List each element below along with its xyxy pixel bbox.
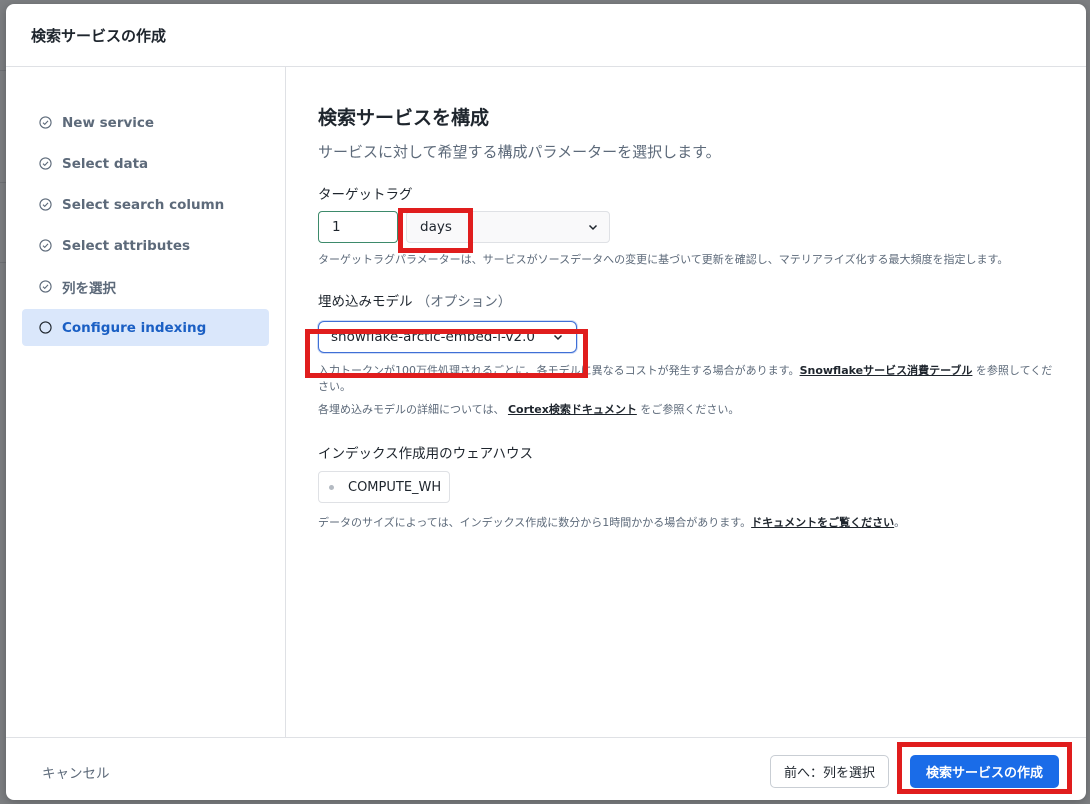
section-subtitle: サービスに対して希望する構成パラメーターを選択します。 [318, 143, 721, 161]
create-search-service-button[interactable]: 検索サービスの作成 [910, 755, 1059, 788]
dialog-header: 検索サービスの作成 [6, 4, 1086, 67]
warehouse-hint-text: データのサイズによっては、インデックス作成に数分から1時間かかる場合があります。 [318, 516, 752, 529]
step-select-search-column[interactable]: Select search column [22, 186, 269, 223]
warehouse-hint-text-after: 。 [894, 516, 906, 529]
chevron-down-icon [588, 224, 598, 231]
dialog-title: 検索サービスの作成 [31, 26, 167, 45]
step-label: Select search column [62, 196, 225, 213]
optional-tag: （オプション） [416, 294, 512, 310]
step-label: New service [62, 114, 155, 131]
warehouse-label: インデックス作成用のウェアハウス [318, 446, 534, 462]
embedding-model-label: 埋め込みモデル （オプション） [318, 290, 1056, 310]
dialog-footer: キャンセル 前へ：列を選択 検索サービスの作成 [6, 737, 1086, 800]
consumption-table-link[interactable]: Snowflakeサービス消費テーブル [800, 364, 973, 377]
step-select-data[interactable]: Select data [22, 145, 269, 182]
section-title: 検索サービスを構成 [318, 107, 490, 129]
warehouse-docs-link[interactable]: ドキュメントをご覧ください [751, 516, 894, 529]
chevron-down-icon [553, 334, 563, 341]
check-circle-icon [39, 198, 52, 211]
back-button[interactable]: 前へ：列を選択 [770, 755, 890, 788]
step-label: 列を選択 [62, 280, 116, 297]
target-lag-input[interactable]: 1 [318, 211, 398, 243]
configure-panel: 検索サービスを構成 サービスに対して希望する構成パラメーターを選択します。 ター… [287, 67, 1086, 737]
target-lag-hint: ターゲットラグパラメーターは、サービスがソースデータへの変更に基づいて更新を確認… [318, 253, 1009, 266]
cost-hint-text: 入力トークンが100万件処理されるごとに、各モデルに異なるコストが発生する場合が… [318, 364, 800, 377]
step-label: Select data [62, 155, 149, 172]
check-circle-icon [39, 280, 52, 293]
check-circle-icon [39, 116, 52, 129]
step-label: Configure indexing [62, 319, 207, 336]
docs-hint-text-after: をご参照ください。 [636, 403, 740, 416]
target-lag-row: 1 days [318, 211, 1056, 243]
target-lag-unit-value: days [420, 219, 452, 235]
embedding-docs-hint: 各埋め込みモデルの詳細については、 Cortex検索ドキュメント をご参照くださ… [318, 402, 1056, 418]
step-select-columns[interactable]: 列を選択 [22, 268, 269, 305]
embedding-cost-hint: 入力トークンが100万件処理されるごとに、各モデルに異なるコストが発生する場合が… [318, 363, 1056, 395]
check-circle-icon [39, 157, 52, 170]
warehouse-hint: データのサイズによっては、インデックス作成に数分から1時間かかる場合があります。… [318, 515, 1056, 531]
create-search-service-dialog: 検索サービスの作成 New service Select data Select… [6, 4, 1086, 800]
empty-circle-icon [39, 321, 52, 334]
warehouse-select[interactable]: COMPUTE_WH [318, 471, 451, 503]
target-lag-label: ターゲットラグ [318, 187, 413, 203]
docs-hint-text: 各埋め込みモデルの詳細については、 [318, 403, 508, 416]
check-circle-icon [39, 239, 52, 252]
wizard-steps: New service Select data Select search co… [6, 67, 286, 737]
cancel-button[interactable]: キャンセル [42, 762, 110, 782]
step-select-attributes[interactable]: Select attributes [22, 227, 269, 264]
step-new-service[interactable]: New service [22, 104, 269, 141]
warehouse-value: COMPUTE_WH [348, 479, 442, 495]
embedding-model-value: snowflake-arctic-embed-l-v2.0 [331, 329, 535, 345]
target-lag-unit-select[interactable]: days [406, 211, 610, 243]
warehouse-status-dot [329, 484, 334, 490]
cortex-docs-link[interactable]: Cortex検索ドキュメント [508, 403, 637, 416]
embedding-model-label-text: 埋め込みモデル [318, 294, 413, 310]
embedding-model-select[interactable]: snowflake-arctic-embed-l-v2.0 [318, 321, 577, 353]
step-configure-indexing[interactable]: Configure indexing [22, 309, 269, 346]
step-label: Select attributes [62, 237, 191, 254]
